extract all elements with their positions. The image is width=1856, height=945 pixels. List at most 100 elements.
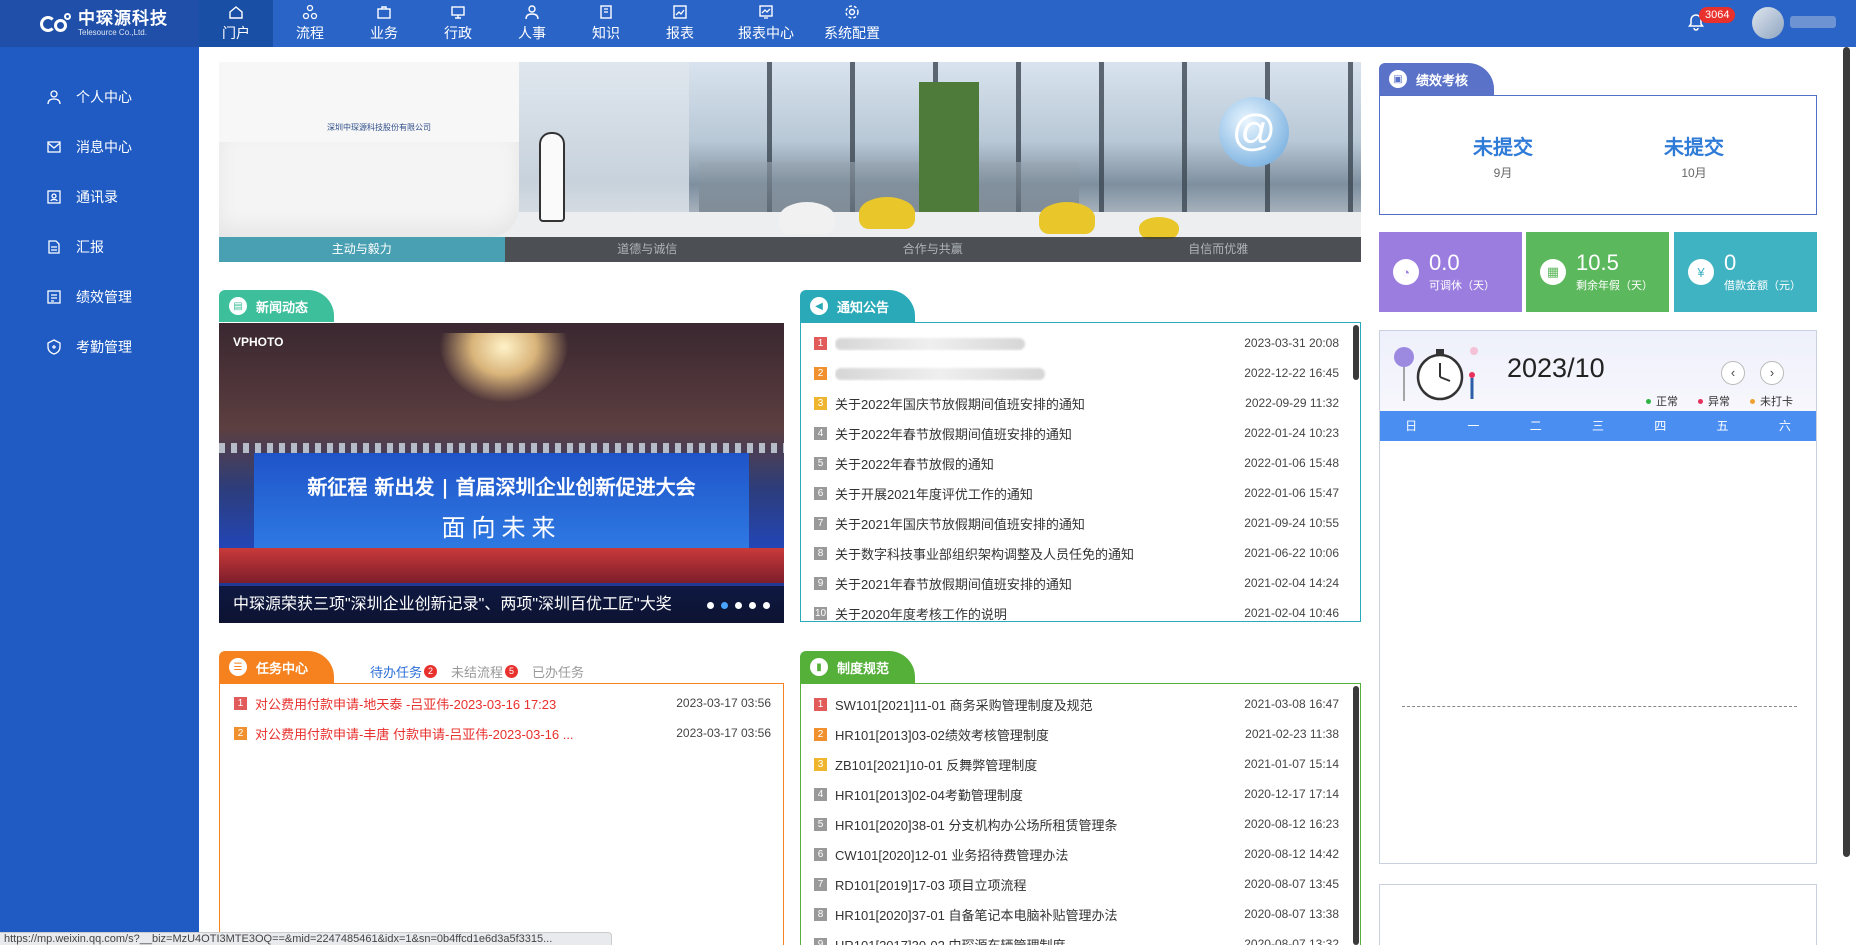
- sidebar-item-3[interactable]: 汇报: [0, 222, 199, 272]
- rules-row[interactable]: 5 HR101[2020]38-01 分支机构办公场所租赁管理条 2020-08-1…: [814, 809, 1339, 839]
- nav-item-label: 系统配置: [824, 25, 880, 41]
- calendar-prev-button[interactable]: ‹: [1721, 361, 1745, 385]
- sidebar-item-0[interactable]: 个人中心: [0, 72, 199, 122]
- brand-logo[interactable]: 中琛源科技 Telesource Co.,Ltd.: [0, 0, 199, 47]
- performance-month-1[interactable]: 未提交 9月: [1443, 131, 1563, 181]
- task-tab-0[interactable]: 待办任务 2: [370, 662, 438, 681]
- loan-amount-stat[interactable]: ¥0 借款金额（元）: [1674, 232, 1817, 312]
- notice-row[interactable]: 9 关于2021年春节放假期间值班安排的通知 2021-02-04 14:24: [814, 568, 1339, 598]
- banner-tab-0[interactable]: 主动与毅力: [219, 237, 505, 262]
- page-scrollbar[interactable]: [1843, 47, 1850, 857]
- nav-item-3[interactable]: 行政: [421, 0, 495, 47]
- rules-scrollbar[interactable]: [1353, 686, 1359, 945]
- nav-item-6[interactable]: 报表: [643, 0, 717, 47]
- notice-row[interactable]: 5 关于2022年春节放假的通知 2022-01-06 15:48: [814, 448, 1339, 478]
- notification-badge[interactable]: 3064: [1699, 7, 1736, 23]
- row-number: 3: [814, 396, 827, 410]
- rules-row[interactable]: 2 HR101[2013]03-02绩效考核管理制度 2021-02-23 11:3…: [814, 719, 1339, 749]
- notice-title: 通知公告: [837, 299, 890, 315]
- sidebar-item-label: 个人中心: [76, 89, 132, 105]
- task-tabs: 待办任务 2 未结流程 5 已办任务: [370, 662, 584, 681]
- avatar[interactable]: [1752, 7, 1784, 39]
- clock-illustration-icon: [1394, 347, 1478, 401]
- nav-item-7[interactable]: 报表中心: [717, 0, 815, 47]
- row-date: 2022-09-29 11:32: [1245, 396, 1339, 410]
- carousel-dots[interactable]: [707, 602, 770, 609]
- megaphone-icon: ◀: [810, 297, 828, 315]
- notice-row[interactable]: 10 关于2020年度考核工作的说明 2021-02-04 10:46: [814, 598, 1339, 628]
- notice-row[interactable]: 4 关于2022年春节放假期间值班安排的通知 2022-01-24 10:23: [814, 418, 1339, 448]
- notice-row-text: 关于数字科技事业部组织架构调整及人员任免的通知: [835, 546, 1135, 562]
- tasks-row[interactable]: 1 对公费用付款申请-地天泰 -吕亚伟-2023-03-16 17:23 2023-…: [234, 688, 771, 718]
- notice-row[interactable]: 6 关于开展2021年度评优工作的通知 2022-01-06 15:47: [814, 478, 1339, 508]
- person-icon: [525, 5, 539, 20]
- performance-month-2[interactable]: 未提交 10月: [1634, 131, 1754, 181]
- calendar-next-button[interactable]: ›: [1760, 361, 1784, 385]
- report-doc-icon: [48, 240, 60, 254]
- sidebar-item-5[interactable]: 考勤管理: [0, 322, 199, 372]
- nav-item-8[interactable]: 系统配置: [815, 0, 889, 47]
- notice-row[interactable]: 7 关于2021年国庆节放假期间值班安排的通知 2021-09-24 10:55: [814, 508, 1339, 538]
- rules-row[interactable]: 4 HR101[2013]02-04考勤管理制度 2020-12-17 17:14: [814, 779, 1339, 809]
- nav-item-2[interactable]: 业务: [347, 0, 421, 47]
- nav-item-label: 人事: [518, 25, 546, 41]
- task-tab-1[interactable]: 未结流程 5: [451, 662, 519, 681]
- banner-tab-1[interactable]: 道德与诚信: [504, 237, 790, 262]
- rules-row[interactable]: 1 SW101[2021]11-01 商务采购管理制度及规范 2021-03-08 …: [814, 689, 1339, 719]
- sidebar-item-1[interactable]: 消息中心: [0, 122, 199, 172]
- notice-scrollbar[interactable]: [1353, 325, 1359, 380]
- banner-tab-2[interactable]: 合作与共赢: [790, 237, 1076, 262]
- rest-days-stat[interactable]: ◔ 0.0 可调休（天）: [1379, 232, 1522, 312]
- sidebar-item-label: 考勤管理: [76, 339, 132, 355]
- nav-item-label: 流程: [296, 25, 324, 41]
- notice-row[interactable]: 8 关于数字科技事业部组织架构调整及人员任免的通知 2021-06-22 10:06: [814, 538, 1339, 568]
- task-tab-label: 已办任务: [532, 665, 585, 680]
- sidebar-item-2[interactable]: 通讯录: [0, 172, 199, 222]
- rules-row[interactable]: 6 CW101[2020]12-01 业务招待费管理办法 2020-08-12 14…: [814, 839, 1339, 869]
- stat-label: 可调休（天）: [1429, 279, 1495, 292]
- sidebar-item-label: 绩效管理: [76, 289, 132, 305]
- weekday-label: 日: [1405, 419, 1418, 433]
- rules-row[interactable]: 7 RD101[2019]17-03 项目立项流程 2020-08-07 13:45: [814, 869, 1339, 899]
- rules-row[interactable]: 3 ZB101[2021]10-01 反舞弊管理制度 2021-01-07 15:1…: [814, 749, 1339, 779]
- rules-row-text: HR101[2013]02-04考勤管理制度: [835, 787, 1023, 803]
- banner-tab-3[interactable]: 自信而优雅: [1075, 237, 1361, 262]
- nav-item-0[interactable]: 门户: [199, 0, 273, 47]
- nav-item-1[interactable]: 流程: [273, 0, 347, 47]
- top-nav: 门户 流程 业务 行政 人事 知识 报表 报表中心 系统配置: [199, 0, 889, 47]
- banner-carousel[interactable]: 深圳中琛源科技股份有限公司 @ 主动与毅力 道德与诚信 合作与共赢 自信而优雅: [219, 62, 1361, 262]
- news-icon: ▤: [229, 297, 247, 315]
- rules-row[interactable]: 8 HR101[2020]37-01 自备笔记本电脑补贴管理办法 2020-08-0…: [814, 899, 1339, 929]
- performance-title: 绩效考核: [1416, 72, 1469, 88]
- task-tab-2[interactable]: 已办任务: [532, 662, 584, 681]
- notice-row[interactable]: 1 2023-03-31 20:08: [814, 328, 1339, 358]
- nav-item-4[interactable]: 人事: [495, 0, 569, 47]
- row-date: 2021-03-08 16:47: [1244, 697, 1339, 711]
- report-center-icon: [759, 5, 773, 19]
- email-sign-icon: @: [1219, 97, 1289, 167]
- annual-leave-stat[interactable]: ▦ 10.5 剩余年假（天）: [1526, 232, 1669, 312]
- notice-row[interactable]: 3 关于2022年国庆节放假期间值班安排的通知 2022-09-29 11:32: [814, 388, 1339, 418]
- notice-row[interactable]: 2 2022-12-22 16:45: [814, 358, 1339, 388]
- weekday-label: 三: [1591, 419, 1604, 433]
- row-number: 9: [814, 937, 827, 945]
- stat-label: 借款金额（元）: [1724, 279, 1801, 292]
- vphoto-watermark: VPHOTO: [233, 335, 284, 349]
- nav-item-5[interactable]: 知识: [569, 0, 643, 47]
- tasks-row-text: 对公费用付款申请-地天泰 -吕亚伟-2023-03-16 17:23: [255, 696, 557, 712]
- news-image[interactable]: 新征程 新出发 | 首届深圳企业创新促进大会 面向未来 VPHOTO 中琛源荣获…: [219, 323, 784, 623]
- row-number: 10: [814, 606, 827, 620]
- rules-row[interactable]: 9 HR101[2017]30-02 中琛源车辆管理制度 2020-08-07 13…: [814, 929, 1339, 945]
- row-number: 1: [814, 697, 827, 711]
- username-blurred[interactable]: [1790, 16, 1836, 28]
- news-caption[interactable]: 中琛源荣获三项"深圳企业创新记录"、两项"深圳百优工匠"大奖: [219, 586, 784, 623]
- rules-header: ▮ 制度规范: [800, 651, 916, 683]
- weekday-label: 四: [1654, 419, 1667, 433]
- notice-row-text: 关于2022年春节放假的通知: [835, 456, 994, 472]
- brand-name: 中琛源科技: [78, 8, 168, 28]
- task-tab-label: 待办任务: [370, 665, 423, 680]
- row-date: 2023-03-17 03:56: [676, 726, 771, 740]
- home-icon: [229, 6, 243, 19]
- tasks-row[interactable]: 2 对公费用付款申请-丰唐 付款申请-吕亚伟-2023-03-16 ... 2023…: [234, 718, 771, 748]
- sidebar-item-4[interactable]: 绩效管理: [0, 272, 199, 322]
